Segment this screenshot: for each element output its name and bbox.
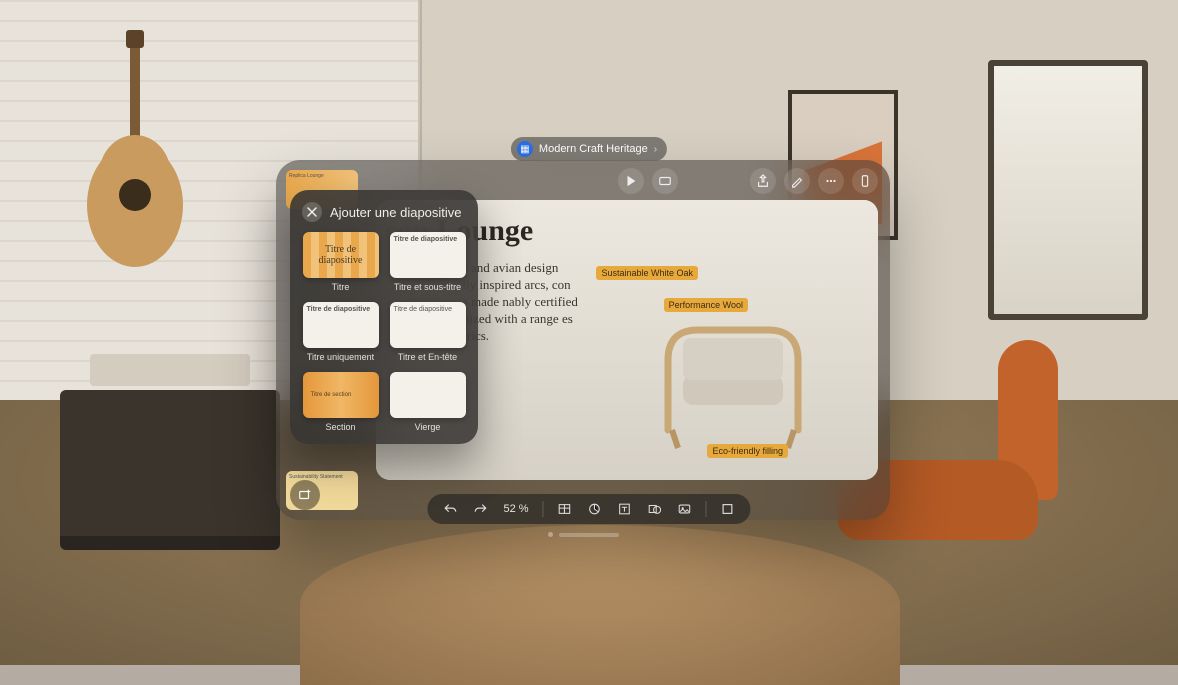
template-title[interactable]: Titre de diapositive Titre	[302, 232, 379, 292]
template-label: Titre	[332, 282, 350, 292]
add-slide-button[interactable]	[290, 480, 320, 510]
insert-media-button[interactable]	[672, 496, 698, 522]
popover-title: Ajouter une diapositive	[330, 205, 462, 220]
callout-wool[interactable]: Performance Wool	[664, 298, 748, 312]
thumb-text: Titre de diapositive	[307, 306, 371, 313]
template-label: Vierge	[415, 422, 441, 432]
cabinet	[60, 390, 280, 550]
separator	[543, 501, 544, 517]
template-title-only[interactable]: Titre de diapositive Titre uniquement	[302, 302, 379, 362]
bottom-toolbar: 52 %	[427, 494, 750, 524]
app-icon: ▦	[517, 141, 533, 157]
thumb-blank	[390, 372, 466, 418]
document-title: Modern Craft Heritage	[539, 143, 648, 155]
expand-button[interactable]	[715, 496, 741, 522]
window-resize-handle[interactable]	[548, 532, 630, 537]
guitar	[80, 30, 190, 290]
add-slide-popover: Ajouter une diapositive Titre de diaposi…	[290, 190, 478, 444]
document-title-pill[interactable]: ▦ Modern Craft Heritage ›	[511, 137, 667, 161]
slide-template-grid: Titre de diapositive Titre Titre de diap…	[302, 232, 466, 432]
undo-button[interactable]	[437, 496, 463, 522]
thumb-text: Titre de diapositive	[307, 244, 375, 266]
template-blank[interactable]: Vierge	[389, 372, 466, 432]
redo-button[interactable]	[467, 496, 493, 522]
insert-shape-button[interactable]	[642, 496, 668, 522]
callout-oak[interactable]: Sustainable White Oak	[596, 266, 698, 280]
template-label: Section	[325, 422, 355, 432]
callout-fill[interactable]: Eco-friendly filling	[707, 444, 788, 458]
room-window	[988, 60, 1148, 320]
template-section[interactable]: Titre de section Section	[302, 372, 379, 432]
thumb-text: Titre de diapositive	[394, 306, 453, 313]
separator	[706, 501, 707, 517]
play-button[interactable]	[618, 168, 644, 194]
template-title-subtitle[interactable]: Titre de diapositive Titre et sous-titre	[389, 232, 466, 292]
thumb-text: Titre de diapositive	[394, 236, 458, 243]
insert-text-button[interactable]	[612, 496, 638, 522]
thumb-text: Titre de section	[307, 392, 352, 398]
insert-chart-button[interactable]	[582, 496, 608, 522]
template-label: Titre et sous-titre	[394, 282, 461, 292]
chevron-right-icon: ›	[654, 144, 657, 155]
coffee-table	[300, 525, 900, 685]
device-button[interactable]	[852, 168, 878, 194]
share-button[interactable]	[750, 168, 776, 194]
template-label: Titre uniquement	[307, 352, 374, 362]
format-button[interactable]	[784, 168, 810, 194]
zoom-level[interactable]: 52 %	[497, 503, 534, 515]
presenter-display-button[interactable]	[652, 168, 678, 194]
insert-table-button[interactable]	[552, 496, 578, 522]
more-button[interactable]	[818, 168, 844, 194]
template-label: Titre et En-tête	[398, 352, 457, 362]
template-title-header[interactable]: Titre de diapositive Titre et En-tête	[389, 302, 466, 362]
close-button[interactable]	[302, 202, 322, 222]
